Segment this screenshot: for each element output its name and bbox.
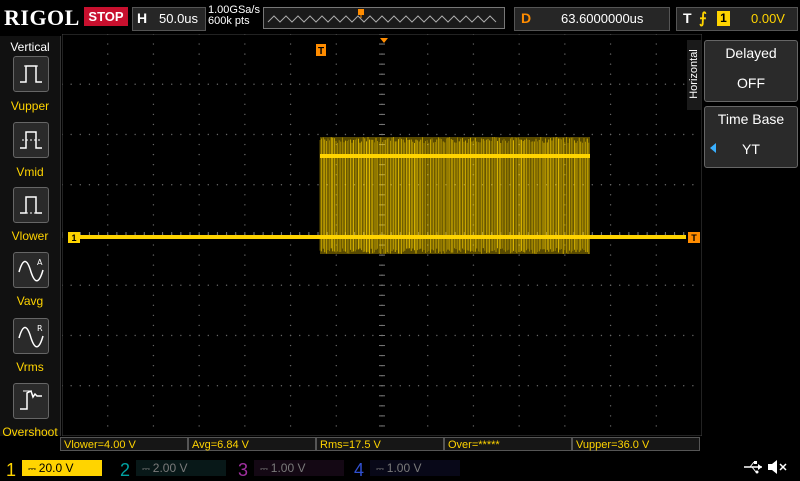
channel2-scale[interactable]: ⎓ 2.00 V [136, 460, 226, 476]
svg-text:1: 1 [71, 233, 76, 243]
navigator-waveform-icon [267, 9, 497, 23]
delayed-sweep-button[interactable]: Delayed OFF [704, 40, 798, 102]
vavg-icon: A [18, 258, 44, 282]
overshoot-icon [20, 389, 42, 410]
vrms-icon: R [18, 324, 44, 348]
dc-coupling-icon: ⎓ [28, 464, 39, 475]
channel3-scale[interactable]: ⎓ 1.00 V [254, 460, 344, 476]
vavg-button[interactable]: A [13, 252, 49, 288]
top-status-bar: RIGOL STOP H 50.0us 1.00GSa/s 600k pts D… [0, 0, 800, 34]
channel1-scale[interactable]: ⎓ 20.0 V [22, 460, 102, 476]
channel2-number[interactable]: 2 [120, 460, 130, 481]
rigol-logo: RIGOL [4, 5, 80, 30]
delay-value: 63.6000000us [561, 11, 644, 26]
time-base-button[interactable]: Time Base YT [704, 106, 798, 168]
horizontal-menu: Delayed OFF Time Base YT [704, 40, 800, 436]
channel1-number[interactable]: 1 [6, 460, 16, 481]
channel-bar: 1 ⎓ 20.0 V 2 ⎓ 2.00 V 3 ⎓ 1.00 V 4 ⎓ 1.0… [0, 454, 800, 480]
vrms-button[interactable]: R [13, 318, 49, 354]
vlower-label: Vlower [11, 229, 49, 243]
time-base-value: YT [742, 141, 760, 157]
overshoot-label: Overshoot [2, 425, 58, 439]
vmid-label: Vmid [16, 165, 44, 179]
vrms-label: Vrms [16, 360, 44, 374]
mute-speaker-icon[interactable] [766, 459, 788, 475]
svg-text:R: R [37, 324, 43, 333]
memory-depth: 600k pts [208, 15, 250, 27]
channel1-offset-marker[interactable]: 1 [68, 232, 80, 243]
vupper-icon [20, 65, 42, 83]
delayed-title: Delayed [725, 45, 777, 61]
channel4-scale[interactable]: ⎓ 1.00 V [370, 460, 460, 476]
sample-info: 1.00GSa/s 600k pts [208, 5, 260, 27]
delay-key: D [521, 10, 532, 26]
trigger-position-marker[interactable]: T [316, 44, 326, 57]
menu-title: Vertical [10, 40, 50, 54]
dc-coupling-icon: ⎓ [376, 464, 387, 475]
vupper-button[interactable] [13, 56, 49, 92]
channel3-number[interactable]: 3 [238, 460, 248, 481]
horizontal-key: H [137, 10, 148, 26]
svg-text:T: T [691, 233, 697, 243]
measurement-overshoot[interactable]: Over=***** [444, 437, 572, 451]
vmid-icon [20, 131, 42, 149]
horizontal-menu-title: Horizontal [688, 49, 700, 99]
trigger-level-value: 0.00V [751, 11, 785, 26]
vlower-button[interactable] [13, 187, 49, 223]
measurement-rms[interactable]: Rms=17.5 V [316, 437, 444, 451]
measurement-avg[interactable]: Avg=6.84 V [188, 437, 316, 451]
waveform-display[interactable]: T 1 T [62, 34, 702, 436]
trigger-key: T [683, 10, 692, 26]
vmid-button[interactable] [13, 122, 49, 158]
horizontal-timebase-box[interactable]: H 50.0us [132, 7, 206, 31]
svg-text:T: T [318, 46, 324, 57]
channel2-scale-value: 2.00 V [152, 461, 188, 475]
channel4-number[interactable]: 4 [354, 460, 364, 481]
horizontal-menu-tab: Horizontal [687, 40, 701, 110]
time-base-title: Time Base [717, 111, 785, 127]
measurement-bar: Vlower=4.00 V Avg=6.84 V Rms=17.5 V Over… [60, 437, 700, 452]
run-stop-status[interactable]: STOP [84, 7, 128, 26]
dc-coupling-icon: ⎓ [142, 464, 153, 475]
vavg-label: Vavg [16, 294, 44, 308]
trigger-level-marker[interactable]: T [688, 232, 700, 243]
channel1-scale-value: 20.0 V [38, 461, 74, 475]
trigger-box[interactable]: T ⨍ 1 0.00V [676, 7, 798, 31]
rising-edge-icon: ⨍ [699, 10, 707, 27]
measurement-vupper[interactable]: Vupper=36.0 V [572, 437, 700, 451]
usb-icon [744, 461, 762, 474]
delay-box[interactable]: D 63.6000000us [514, 7, 670, 31]
channel3-scale-value: 1.00 V [270, 461, 306, 475]
waveform-navigator[interactable] [263, 7, 505, 29]
svg-text:A: A [37, 258, 43, 267]
measurement-vlower[interactable]: Vlower=4.00 V [60, 437, 188, 451]
trigger-source-channel: 1 [717, 11, 730, 26]
horizontal-scale-value: 50.0us [159, 11, 199, 26]
vertical-measure-menu: Vertical Vupper Vmid Vlower A Vavg R Vrm… [0, 36, 61, 439]
vupper-label: Vupper [10, 99, 50, 113]
dc-coupling-icon: ⎓ [260, 464, 271, 475]
delayed-value: OFF [737, 75, 765, 91]
channel4-scale-value: 1.00 V [386, 461, 422, 475]
overshoot-button[interactable] [13, 383, 49, 419]
vlower-icon [20, 196, 42, 214]
